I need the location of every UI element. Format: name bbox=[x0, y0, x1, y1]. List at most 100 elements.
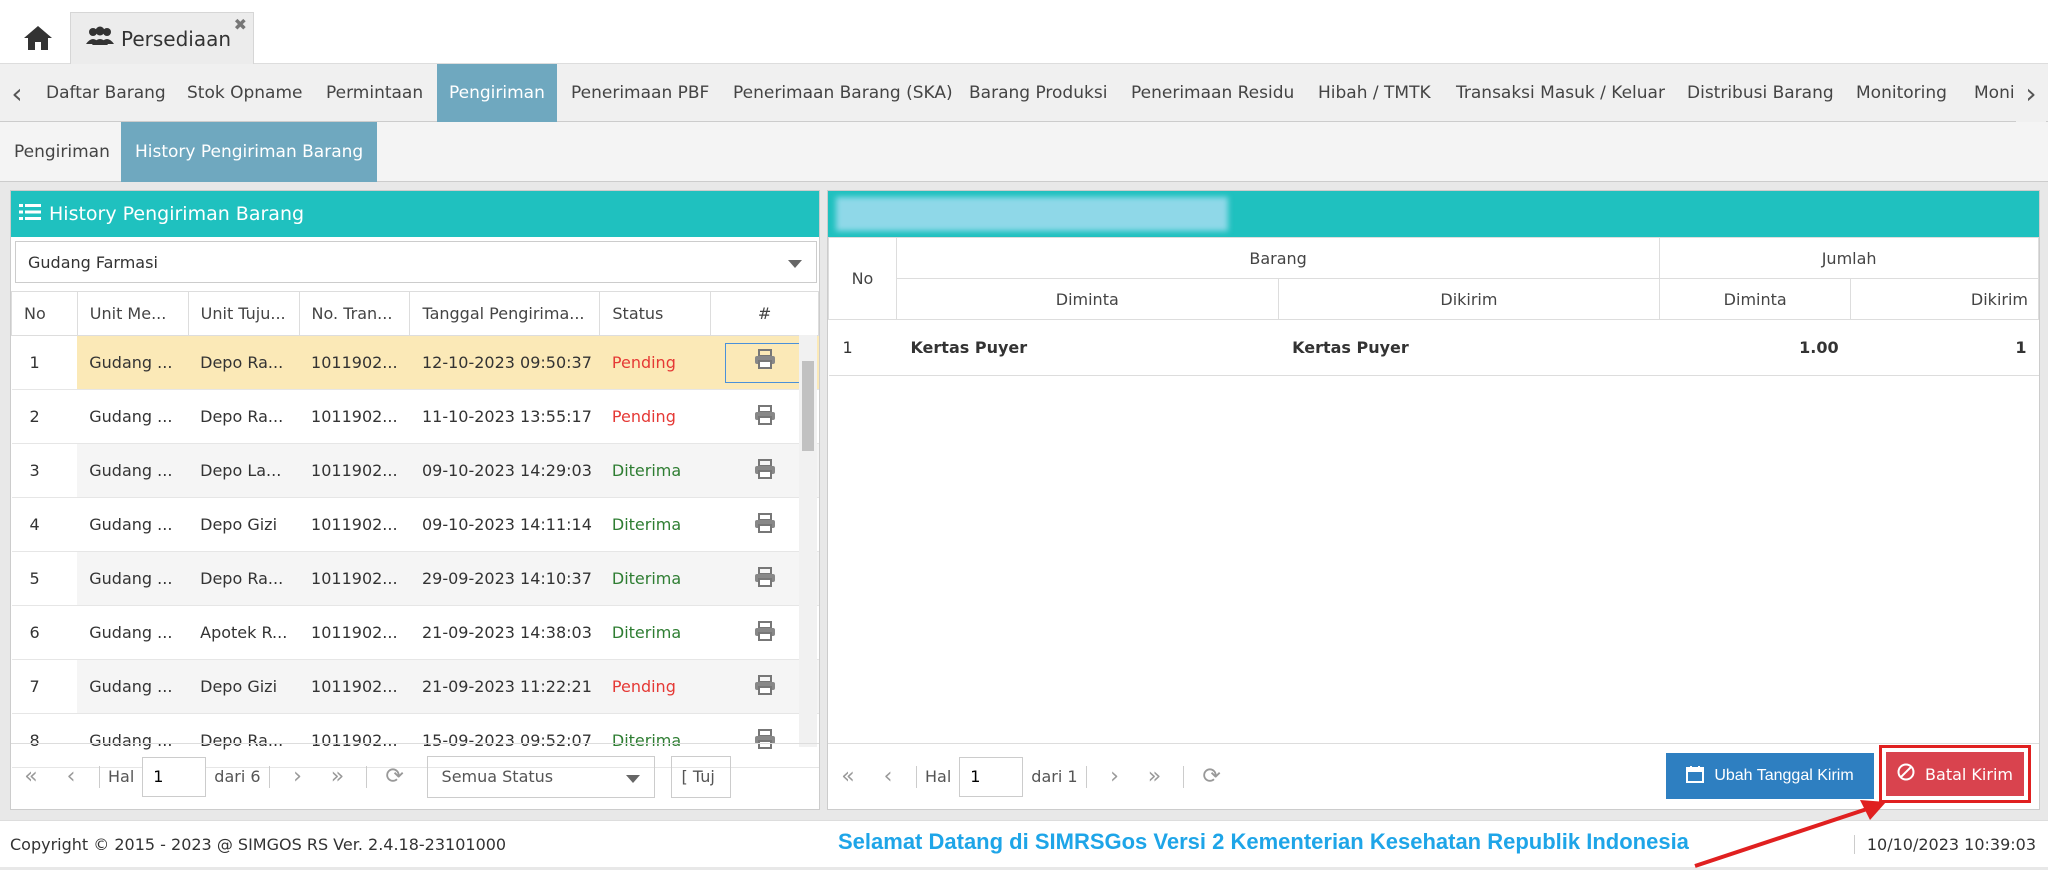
print-icon[interactable] bbox=[724, 342, 805, 383]
batal-kirim-label: Batal Kirim bbox=[1925, 764, 2013, 784]
cell-tanggal: 09-10-2023 14:29:03 bbox=[409, 443, 600, 498]
next-page-icon[interactable]: › bbox=[278, 764, 318, 789]
cell-no: 5 bbox=[11, 551, 78, 606]
status-badge: Diterima bbox=[599, 497, 711, 552]
batal-kirim-button[interactable]: Batal Kirim bbox=[1886, 752, 2024, 796]
chevron-down-icon bbox=[625, 774, 640, 783]
menu-item-distribusi-barang[interactable]: Distribusi Barang bbox=[1687, 64, 1834, 122]
table-row[interactable]: 1 Gudang ... Depo Ra... 1011902... 12-10… bbox=[11, 335, 819, 390]
menu-item-transaksi[interactable]: Transaksi Masuk / Keluar bbox=[1456, 64, 1665, 122]
col-header-status[interactable]: Status bbox=[599, 291, 712, 336]
copyright-text: Copyright © 2015 - 2023 @ SIMGOS RS Ver.… bbox=[10, 834, 507, 854]
table-scrollbar[interactable] bbox=[799, 335, 817, 747]
col-header-barang-diminta[interactable]: Diminta bbox=[895, 278, 1279, 320]
cell-unit-tuju: Depo La... bbox=[188, 443, 300, 498]
table-row[interactable]: 1 Kertas Puyer Kertas Puyer 1.00 1 bbox=[828, 319, 2039, 376]
col-header-unit-tuju[interactable]: Unit Tuju... bbox=[187, 291, 300, 336]
cell-unit-me: Gudang ... bbox=[77, 335, 189, 390]
table-row[interactable]: 2 Gudang ... Depo Ra... 1011902... 11-10… bbox=[11, 389, 819, 444]
first-page-icon[interactable]: « bbox=[11, 764, 51, 789]
last-page-icon[interactable]: » bbox=[318, 764, 358, 789]
menu-item-permintaan[interactable]: Permintaan bbox=[326, 64, 423, 122]
panel-header: History Pengiriman Barang bbox=[11, 191, 819, 237]
cell-no: 4 bbox=[11, 497, 78, 552]
cell-unit-me: Gudang ... bbox=[77, 605, 189, 660]
cell-unit-tuju: Depo Ra... bbox=[188, 551, 300, 606]
table-header-row: Diminta Dikirim Diminta Dikirim bbox=[829, 278, 2039, 320]
welcome-marquee: Selamat Datang di SIMRSGos Versi 2 Kemen… bbox=[838, 829, 1689, 854]
cell-unit-me: Gudang ... bbox=[77, 659, 189, 714]
table-row[interactable]: 5 Gudang ... Depo Ra... 1011902... 29-09… bbox=[11, 551, 819, 606]
col-header-barang-dikirim[interactable]: Dikirim bbox=[1277, 278, 1661, 320]
last-page-icon[interactable]: » bbox=[1135, 764, 1175, 789]
menu-item-penerimaan-pbf[interactable]: Penerimaan PBF bbox=[571, 64, 709, 122]
status-filter-select[interactable]: Semua Status bbox=[426, 755, 655, 798]
page-input[interactable] bbox=[142, 756, 207, 797]
cell-no: 6 bbox=[11, 605, 78, 660]
batal-kirim-highlight: Batal Kirim bbox=[1879, 745, 2031, 803]
subtab-pengiriman[interactable]: Pengiriman bbox=[0, 122, 124, 182]
refresh-icon[interactable]: ⟳ bbox=[1192, 764, 1232, 789]
cell-tanggal: 09-10-2023 14:11:14 bbox=[409, 497, 600, 552]
col-header-no[interactable]: No bbox=[11, 291, 78, 336]
table-row[interactable]: 7 Gudang ... Depo Gizi 1011902... 21-09-… bbox=[11, 659, 819, 714]
blurred-title bbox=[836, 197, 1228, 231]
table-group-header-row: No Barang Jumlah bbox=[828, 237, 2039, 320]
col-header-jumlah-dikirim[interactable]: Dikirim bbox=[1850, 278, 2039, 320]
col-header-unit-me[interactable]: Unit Me... bbox=[76, 291, 189, 336]
menu-item-monitoring[interactable]: Monitoring bbox=[1856, 64, 1947, 122]
cell-unit-me: Gudang ... bbox=[77, 551, 189, 606]
warehouse-select[interactable]: Gudang Farmasi bbox=[15, 241, 817, 283]
users-icon bbox=[85, 26, 115, 51]
cell-tanggal: 11-10-2023 13:55:17 bbox=[409, 389, 600, 444]
table-row[interactable]: 6 Gudang ... Apotek R... 1011902... 21-0… bbox=[11, 605, 819, 660]
chevron-left-icon[interactable]: ‹ bbox=[2, 64, 32, 122]
table-row[interactable]: 4 Gudang ... Depo Gizi 1011902... 09-10-… bbox=[11, 497, 819, 552]
cell-no-tran: 1011902... bbox=[299, 497, 410, 552]
group-header-jumlah: Jumlah bbox=[1659, 237, 2039, 279]
menu-item-barang-produksi[interactable]: Barang Produksi bbox=[969, 64, 1107, 122]
menu-item-pengiriman[interactable]: Pengiriman bbox=[437, 64, 557, 122]
annotation-arrow bbox=[1694, 800, 1886, 868]
menu-item-penerimaan-residu[interactable]: Penerimaan Residu bbox=[1131, 64, 1294, 122]
app-tab-label: Persediaan bbox=[121, 26, 232, 51]
detail-table: No Barang Jumlah Diminta Dikirim Diminta… bbox=[828, 237, 2039, 376]
cell-no-tran: 1011902... bbox=[299, 389, 410, 444]
cell-no-tran: 1011902... bbox=[299, 335, 410, 390]
page-count: dari 1 bbox=[1031, 767, 1078, 786]
page-input[interactable] bbox=[959, 756, 1024, 797]
top-bar: Persediaan ✖ bbox=[0, 0, 2048, 64]
cell-jumlah-diminta: 1.00 bbox=[1659, 319, 1851, 376]
menu-item-stok-opname[interactable]: Stok Opname bbox=[187, 64, 303, 122]
table-header-row: No Unit Me... Unit Tuju... No. Tran... T… bbox=[11, 291, 819, 336]
home-icon[interactable] bbox=[18, 18, 58, 58]
menu-item-moni[interactable]: Moni bbox=[1974, 64, 2015, 122]
col-header-no[interactable]: No bbox=[828, 237, 897, 320]
status-badge: Pending bbox=[599, 659, 711, 714]
tujuan-filter-value: [ Tuj bbox=[681, 767, 715, 786]
prev-page-icon[interactable]: ‹ bbox=[868, 764, 908, 789]
col-header-action[interactable]: # bbox=[710, 291, 819, 336]
refresh-icon[interactable]: ⟳ bbox=[375, 764, 415, 789]
scrollbar-thumb[interactable] bbox=[802, 361, 814, 451]
menu-item-hibah-tmtk[interactable]: Hibah / TMTK bbox=[1318, 64, 1431, 122]
first-page-icon[interactable]: « bbox=[828, 764, 868, 789]
history-panel: History Pengiriman Barang Gudang Farmasi… bbox=[10, 190, 820, 810]
col-header-tanggal[interactable]: Tanggal Pengirima... bbox=[409, 291, 601, 336]
col-header-jumlah-diminta[interactable]: Diminta bbox=[1659, 278, 1852, 320]
chevron-right-icon[interactable]: › bbox=[2016, 64, 2046, 122]
next-page-icon[interactable]: › bbox=[1095, 764, 1135, 789]
tujuan-filter[interactable]: [ Tuj bbox=[670, 755, 731, 798]
cell-unit-tuju: Depo Ra... bbox=[188, 389, 300, 444]
prev-page-icon[interactable]: ‹ bbox=[51, 764, 91, 789]
app-tab-persediaan[interactable]: Persediaan ✖ bbox=[70, 12, 254, 64]
subtab-history-pengiriman[interactable]: History Pengiriman Barang bbox=[121, 122, 378, 182]
cell-barang-diminta: Kertas Puyer bbox=[896, 319, 1279, 376]
menu-item-daftar-barang[interactable]: Daftar Barang bbox=[46, 64, 166, 122]
history-pager: « ‹ Hal dari 6 › » ⟳ Semua Status [ Tuj bbox=[11, 743, 819, 809]
menu-item-penerimaan-ska[interactable]: Penerimaan Barang (SKA) bbox=[733, 64, 953, 122]
table-row[interactable]: 3 Gudang ... Depo La... 1011902... 09-10… bbox=[11, 443, 819, 498]
close-icon[interactable]: ✖ bbox=[234, 15, 247, 34]
cell-unit-me: Gudang ... bbox=[77, 443, 189, 498]
col-header-no-tran[interactable]: No. Tran... bbox=[298, 291, 411, 336]
